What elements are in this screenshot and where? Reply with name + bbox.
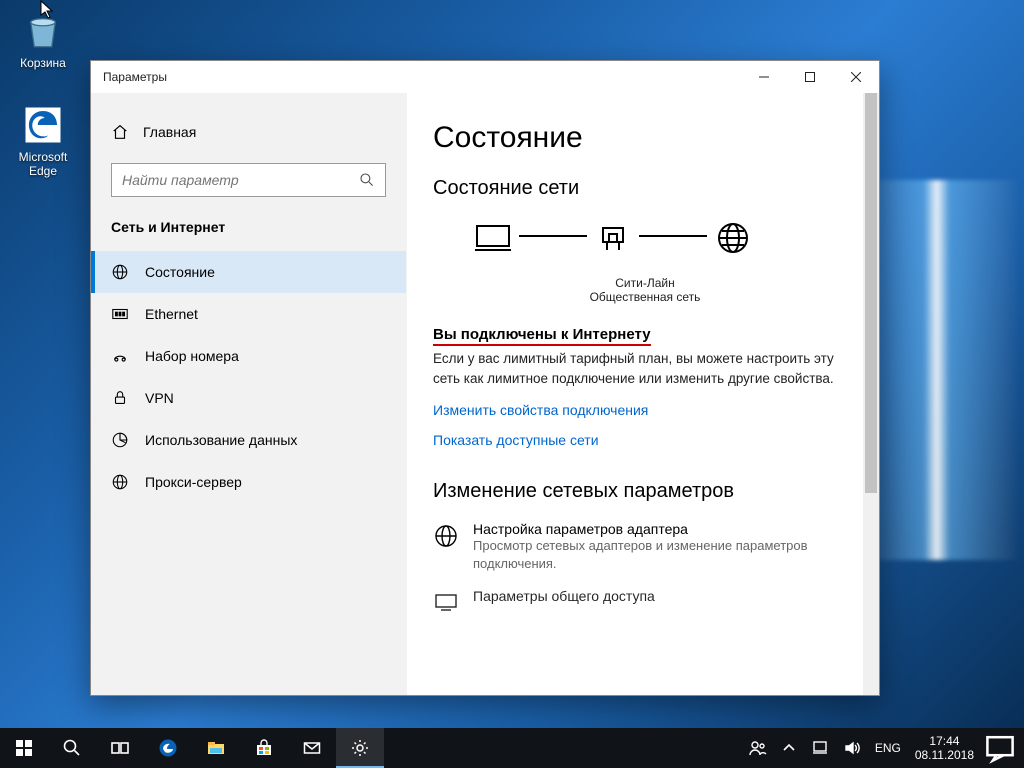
tray-overflow[interactable]: [773, 728, 805, 768]
tray-time: 17:44: [915, 734, 974, 748]
taskbar: ENG 17:44 08.11.2018: [0, 728, 1024, 768]
page-title: Состояние: [433, 121, 853, 155]
close-button[interactable]: [833, 61, 879, 93]
network-icon: [811, 738, 831, 758]
network-name: Сити-Лайн: [495, 276, 795, 290]
connected-heading: Вы подключены к Интернету: [433, 326, 853, 343]
sidebar-item-datausage[interactable]: Использование данных: [91, 419, 406, 461]
volume-icon: [843, 738, 863, 758]
option-sharing-settings[interactable]: Параметры общего доступа: [433, 588, 853, 616]
sidebar-item-ethernet[interactable]: Ethernet: [91, 293, 406, 335]
edge-icon: [158, 738, 178, 758]
mail-icon: [302, 738, 322, 758]
mouse-cursor: [40, 0, 56, 20]
start-button[interactable]: [0, 728, 48, 768]
ethernet-icon: [111, 305, 129, 323]
sidebar-home[interactable]: Главная: [91, 115, 406, 149]
sidebar-item-vpn[interactable]: VPN: [91, 377, 406, 419]
scrollbar-thumb[interactable]: [865, 93, 877, 493]
taskbar-app-mail[interactable]: [288, 728, 336, 768]
sidebar-category: Сеть и Интернет: [91, 219, 406, 251]
proxy-icon: [111, 473, 129, 491]
settings-window: Параметры Главная Сеть и Интернет Состоя…: [90, 60, 880, 696]
pc-icon: [473, 218, 513, 258]
taskbar-app-explorer[interactable]: [192, 728, 240, 768]
show-desktop-button[interactable]: [1018, 728, 1024, 768]
window-title: Параметры: [91, 70, 741, 84]
people-icon: [747, 738, 767, 758]
tray-network[interactable]: [805, 728, 837, 768]
sidebar-item-label: Прокси-сервер: [145, 474, 242, 490]
connected-body: Если у вас лимитный тарифный план, вы мо…: [433, 349, 853, 388]
taskbar-app-settings[interactable]: [336, 728, 384, 768]
content-pane: Состояние Состояние сети С: [407, 93, 879, 695]
tray-notifications[interactable]: [982, 728, 1018, 768]
sidebar-home-label: Главная: [143, 124, 196, 140]
sidebar-item-label: VPN: [145, 390, 174, 406]
wallpaper-light: [860, 180, 1020, 560]
search-button[interactable]: [48, 728, 96, 768]
edge-icon: [22, 104, 64, 146]
minimize-button[interactable]: [741, 61, 787, 93]
tray-volume[interactable]: [837, 728, 869, 768]
search-icon: [359, 172, 375, 188]
taskbar-app-edge[interactable]: [144, 728, 192, 768]
task-view-button[interactable]: [96, 728, 144, 768]
desktop-icon-label: Microsoft Edge: [6, 150, 80, 178]
sidebar-item-proxy[interactable]: Прокси-сервер: [91, 461, 406, 503]
option-adapter-settings[interactable]: Настройка параметров адаптера Просмотр с…: [433, 521, 853, 573]
search-icon: [62, 738, 82, 758]
task-view-icon: [110, 738, 130, 758]
network-diagram: [473, 218, 853, 272]
link-show-available-networks[interactable]: Показать доступные сети: [433, 432, 599, 448]
windows-icon: [14, 738, 34, 758]
sidebar-item-label: Ethernet: [145, 306, 198, 322]
tray-clock[interactable]: 17:44 08.11.2018: [907, 734, 982, 763]
desktop-icon-edge[interactable]: Microsoft Edge: [6, 104, 80, 178]
system-tray: ENG 17:44 08.11.2018: [741, 728, 1024, 768]
option-title: Параметры общего доступа: [473, 588, 655, 604]
tray-people[interactable]: [741, 728, 773, 768]
data-usage-icon: [111, 431, 129, 449]
sidebar-item-dialup[interactable]: Набор номера: [91, 335, 406, 377]
globe-status-icon: [111, 263, 129, 281]
sidebar-item-label: Набор номера: [145, 348, 239, 364]
dialup-icon: [111, 347, 129, 365]
file-explorer-icon: [206, 738, 226, 758]
chevron-up-icon: [779, 738, 799, 758]
tray-language[interactable]: ENG: [869, 741, 907, 755]
sidebar-item-label: Использование данных: [145, 432, 297, 448]
sidebar: Главная Сеть и Интернет Состояние Ethern…: [91, 93, 407, 695]
content-scrollbar[interactable]: [863, 93, 879, 695]
router-icon: [593, 218, 633, 258]
globe-icon: [713, 218, 753, 258]
store-icon: [254, 738, 274, 758]
section-heading: Изменение сетевых параметров: [433, 480, 853, 503]
desktop-icon-label: Корзина: [6, 56, 80, 70]
option-subtitle: Просмотр сетевых адаптеров и изменение п…: [473, 537, 853, 573]
notification-icon: [982, 730, 1018, 766]
option-title: Настройка параметров адаптера: [473, 521, 853, 537]
section-heading: Состояние сети: [433, 177, 853, 200]
search-input[interactable]: [112, 172, 359, 188]
tray-date: 08.11.2018: [915, 748, 974, 762]
link-change-connection-props[interactable]: Изменить свойства подключения: [433, 402, 648, 418]
network-type: Общественная сеть: [495, 290, 795, 304]
maximize-button[interactable]: [787, 61, 833, 93]
adapter-icon: [433, 523, 459, 549]
sidebar-item-status[interactable]: Состояние: [91, 251, 406, 293]
vpn-icon: [111, 389, 129, 407]
sharing-icon: [433, 590, 459, 616]
home-icon: [111, 123, 129, 141]
gear-icon: [350, 738, 370, 758]
taskbar-app-store[interactable]: [240, 728, 288, 768]
titlebar[interactable]: Параметры: [91, 61, 879, 93]
sidebar-item-label: Состояние: [145, 264, 215, 280]
sidebar-search[interactable]: [111, 163, 386, 197]
